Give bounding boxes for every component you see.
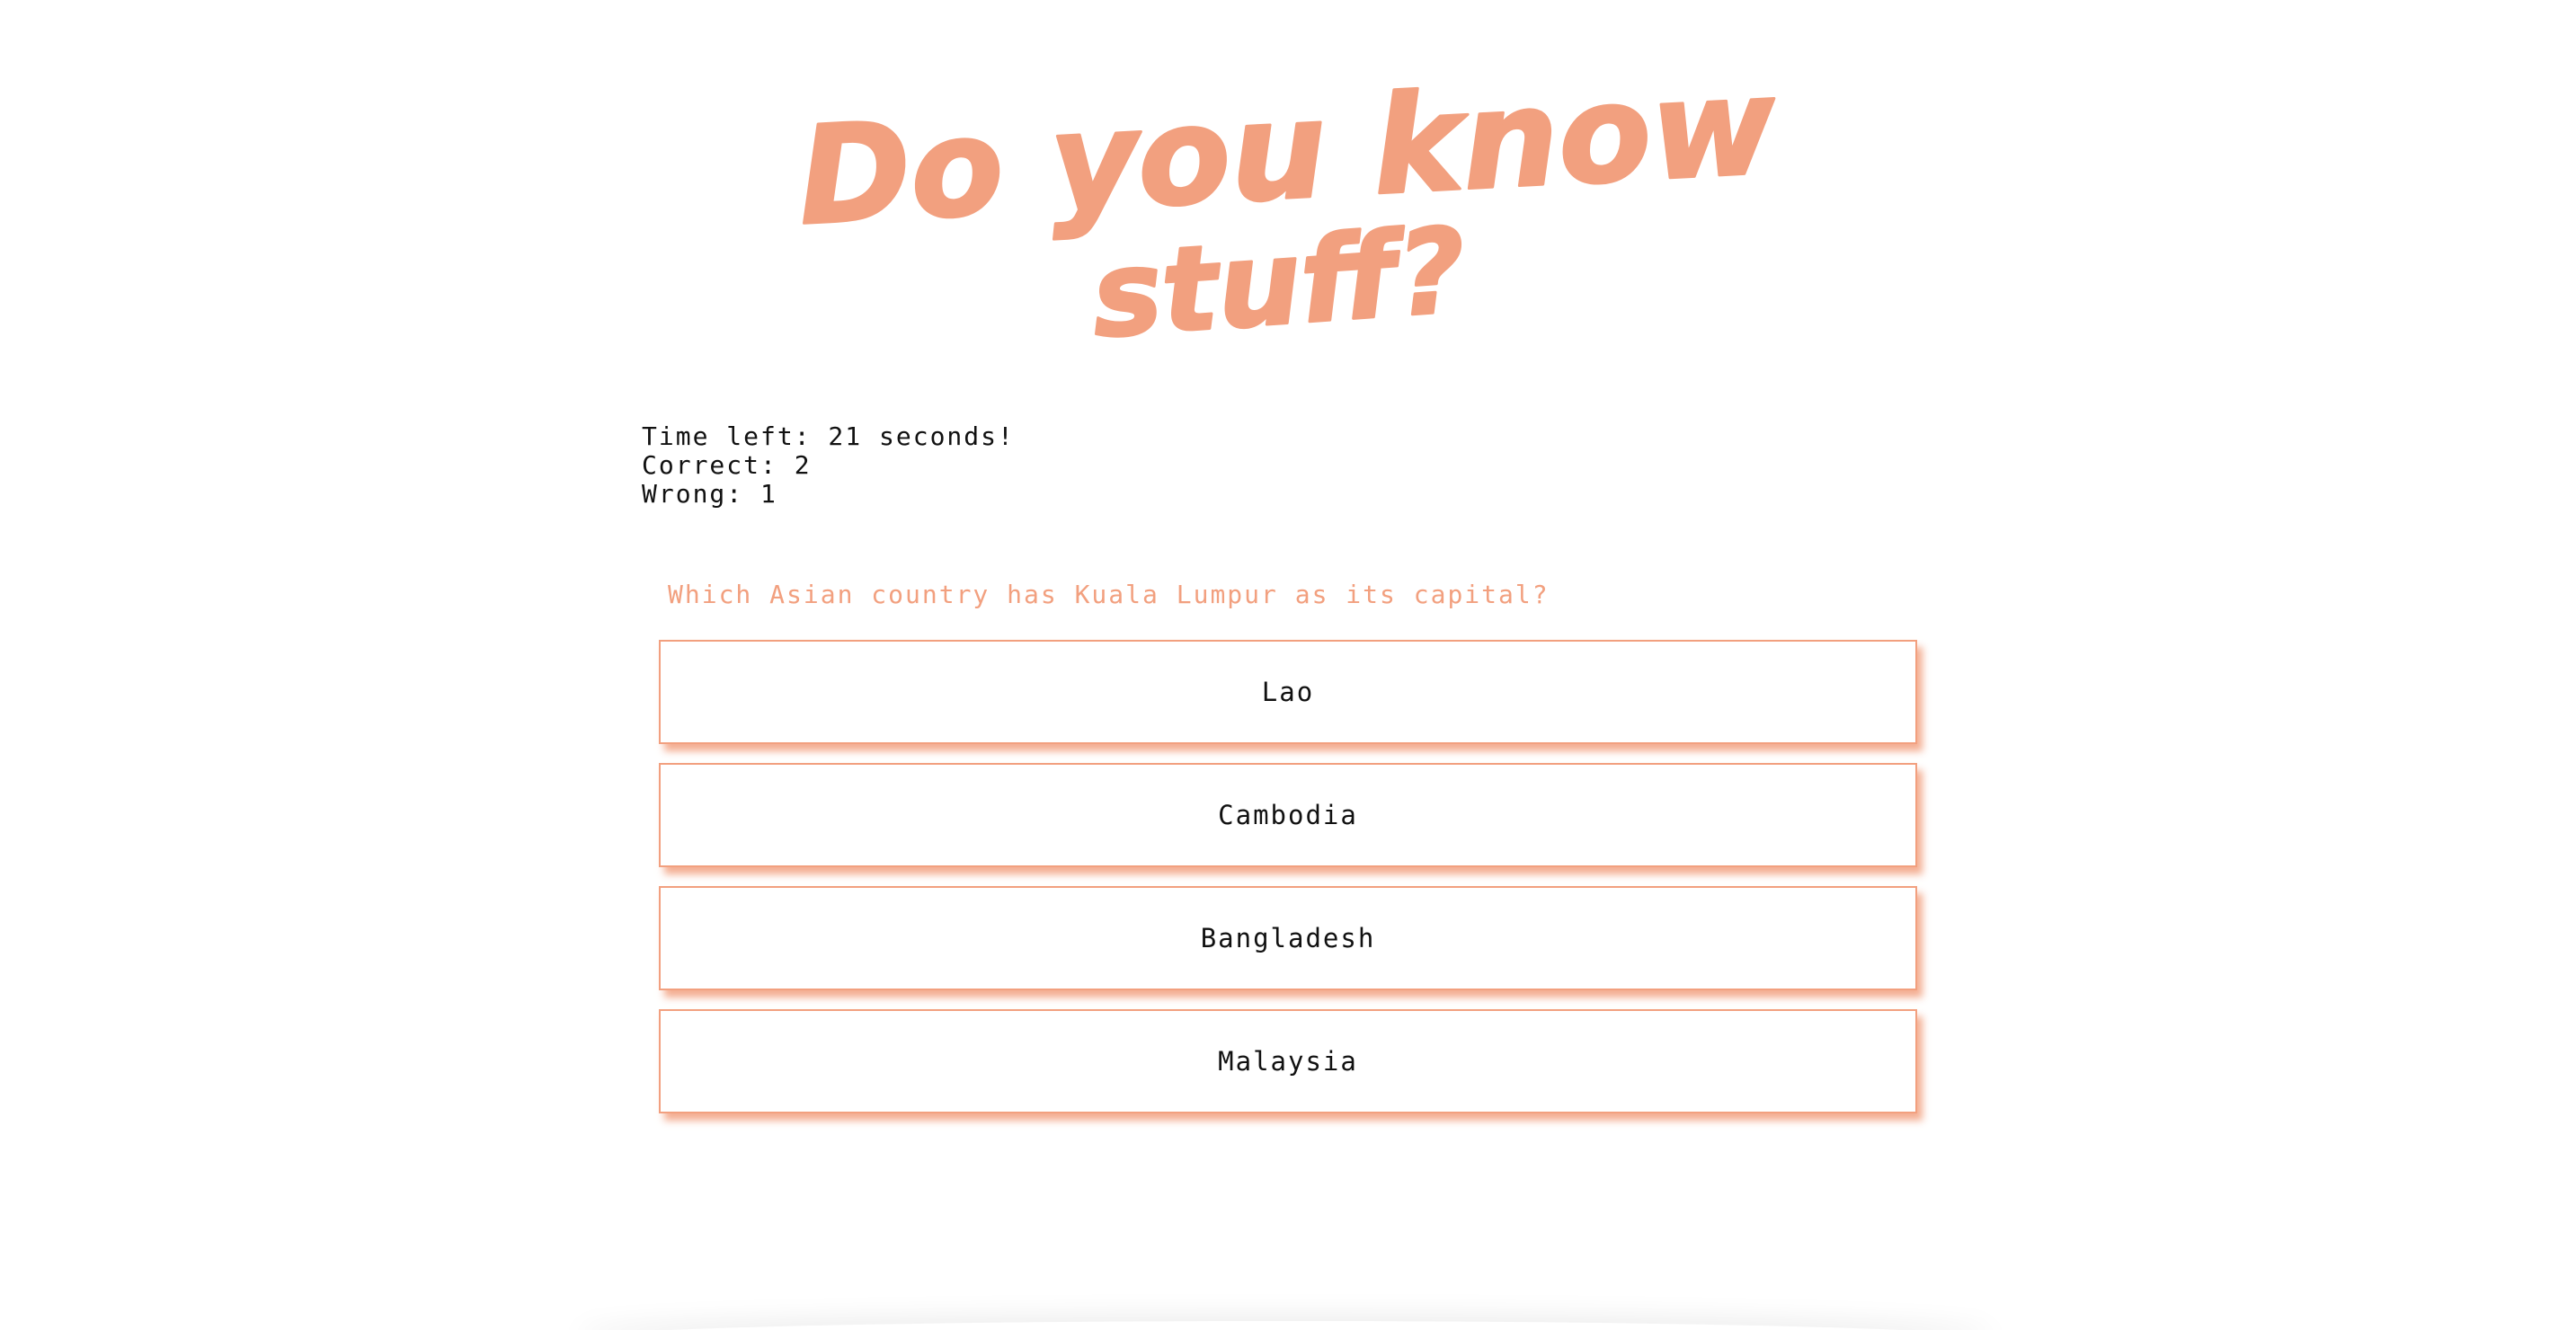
score-panel: Time left: 21 seconds! Correct: 2 Wrong:… (642, 422, 1361, 509)
answer-button-lao[interactable]: Lao (659, 640, 1917, 744)
wrong-count-text: Wrong: 1 (642, 479, 777, 509)
answer-button-bangladesh[interactable]: Bangladesh (659, 886, 1917, 990)
page-title: Do you know stuff? (794, 47, 1782, 366)
correct-count-text: Correct: 2 (642, 450, 812, 480)
footer-shadow (575, 1321, 1995, 1330)
answer-button-cambodia[interactable]: Cambodia (659, 763, 1917, 867)
question-text: Which Asian country has Kuala Lumpur as … (668, 580, 1550, 609)
time-left-text: Time left: 21 seconds! (642, 421, 1015, 451)
answer-list: Lao Cambodia Bangladesh Malaysia (659, 640, 1917, 1132)
answer-button-malaysia[interactable]: Malaysia (659, 1009, 1917, 1113)
page-title-line-2: stuff? (1088, 202, 1470, 365)
page-title-graphic: Do you know stuff? (794, 47, 1782, 366)
